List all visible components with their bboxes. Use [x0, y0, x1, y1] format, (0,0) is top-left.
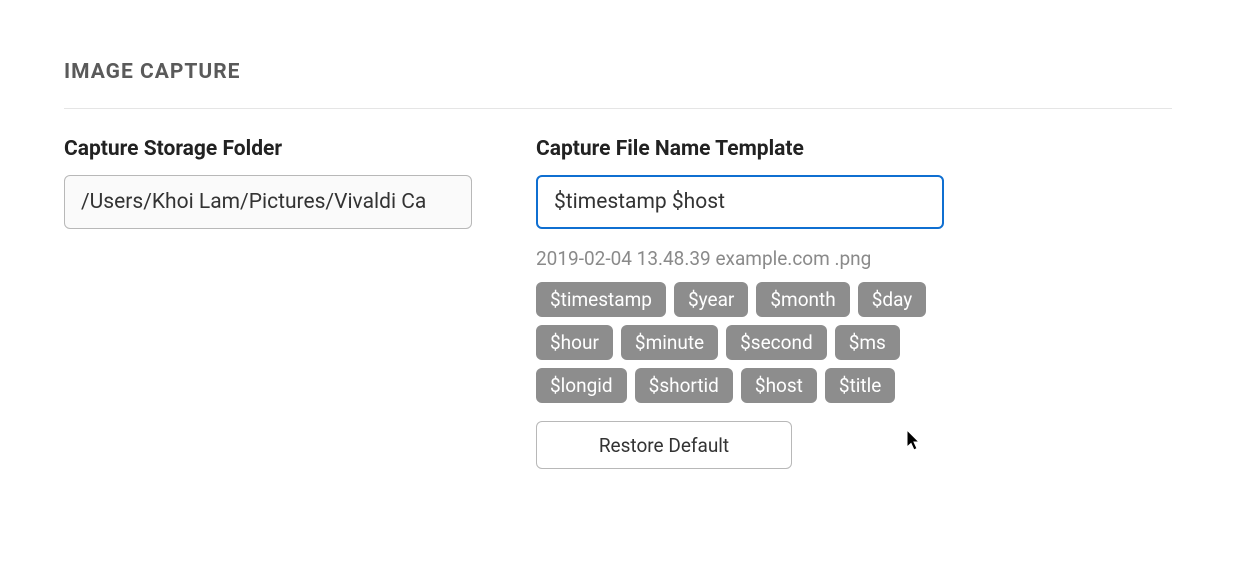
chip-longid[interactable]: $longid [536, 368, 627, 403]
storage-folder-label: Capture Storage Folder [64, 137, 472, 161]
storage-folder-input[interactable]: /Users/Khoi Lam/Pictures/Vivaldi Ca [64, 175, 472, 229]
chip-minute[interactable]: $minute [621, 325, 718, 360]
chip-second[interactable]: $second [726, 325, 827, 360]
chip-shortid[interactable]: $shortid [635, 368, 733, 403]
filename-preview: 2019-02-04 13.48.39 example.com .png [536, 247, 944, 270]
filename-template-label: Capture File Name Template [536, 137, 944, 161]
chip-year[interactable]: $year [674, 282, 748, 317]
settings-columns: Capture Storage Folder /Users/Khoi Lam/P… [64, 137, 1172, 469]
chip-timestamp[interactable]: $timestamp [536, 282, 666, 317]
chip-hour[interactable]: $hour [536, 325, 613, 360]
restore-default-button[interactable]: Restore Default [536, 421, 792, 469]
filename-template-column: Capture File Name Template $timestamp $h… [536, 137, 944, 469]
storage-folder-value: /Users/Khoi Lam/Pictures/Vivaldi Ca [81, 190, 426, 214]
chip-ms[interactable]: $ms [835, 325, 900, 360]
chip-host[interactable]: $host [741, 368, 817, 403]
chip-day[interactable]: $day [858, 282, 927, 317]
storage-folder-column: Capture Storage Folder /Users/Khoi Lam/P… [64, 137, 472, 469]
filename-template-value: $timestamp $host [554, 190, 725, 214]
chip-title[interactable]: $title [825, 368, 895, 403]
section-title: IMAGE CAPTURE [64, 60, 1172, 109]
chip-month[interactable]: $month [756, 282, 849, 317]
filename-template-input[interactable]: $timestamp $host [536, 175, 944, 229]
template-token-chips: $timestamp $year $month $day $hour $minu… [536, 282, 944, 403]
